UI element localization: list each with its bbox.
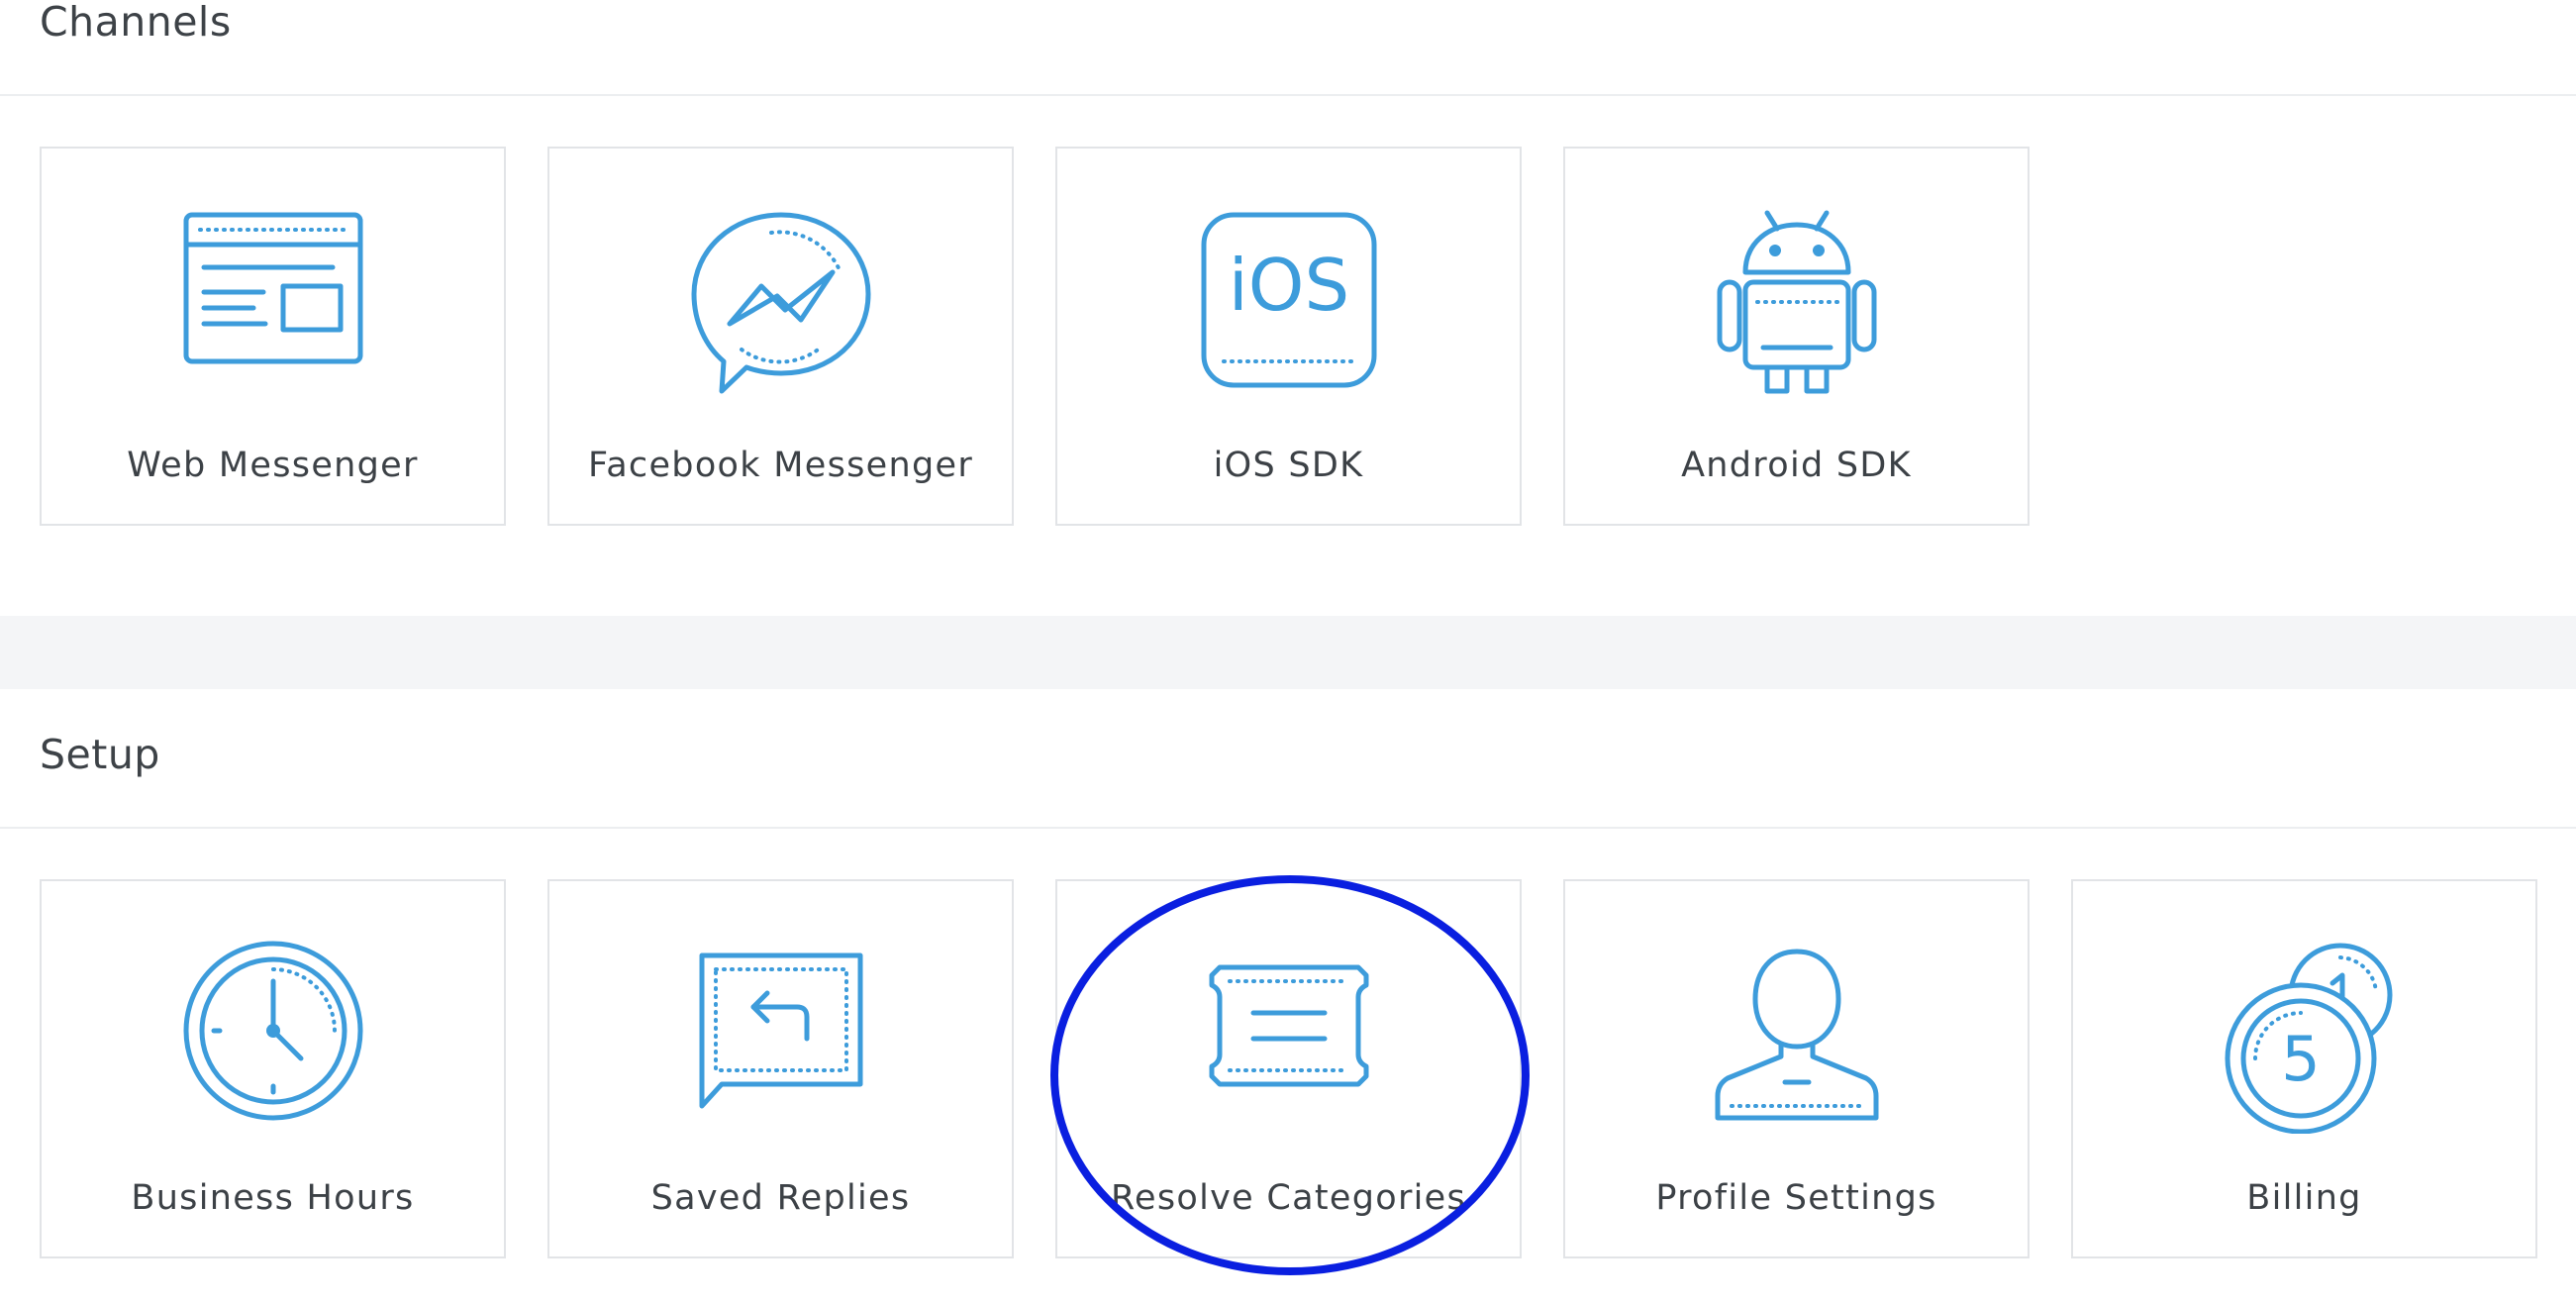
messenger-bolt-icon	[682, 203, 880, 401]
channels-title: Channels	[40, 0, 232, 46]
ios-badge-icon: iOS	[1190, 203, 1388, 401]
card-business-hours[interactable]: Business Hours	[40, 879, 506, 1258]
card-web-messenger[interactable]: Web Messenger	[40, 147, 506, 526]
card-facebook-messenger[interactable]: Facebook Messenger	[547, 147, 1014, 526]
card-label: iOS SDK	[1213, 446, 1364, 485]
channels-section: Channels Web Messenger Facebook Messenge…	[0, 0, 2576, 616]
card-ios-sdk[interactable]: iOS iOS SDK	[1055, 147, 1522, 526]
user-profile-icon	[1698, 936, 1896, 1134]
card-label: Resolve Categories	[1110, 1178, 1467, 1218]
card-label: Web Messenger	[127, 446, 419, 485]
card-label: Business Hours	[131, 1178, 415, 1218]
card-label: Facebook Messenger	[587, 446, 974, 485]
card-saved-replies[interactable]: Saved Replies	[547, 879, 1014, 1258]
card-label: Saved Replies	[650, 1178, 911, 1218]
card-resolve-categories[interactable]: Resolve Categories	[1055, 879, 1522, 1258]
setup-header: Setup	[0, 689, 2576, 829]
ios-badge-text: iOS	[1228, 244, 1348, 327]
setup-section: Setup Business Hours Saved Replies Resol…	[0, 689, 2576, 1304]
section-divider-band	[0, 616, 2576, 689]
card-profile-settings[interactable]: Profile Settings	[1563, 879, 2030, 1258]
card-android-sdk[interactable]: Android SDK	[1563, 147, 2030, 526]
clock-icon	[174, 936, 372, 1134]
web-browser-icon	[174, 203, 372, 401]
setup-title: Setup	[40, 731, 160, 778]
coins-icon: 5	[2206, 936, 2404, 1134]
card-label: Android SDK	[1681, 446, 1912, 485]
coin-number-text: 5	[2281, 1023, 2320, 1095]
card-label: Billing	[2246, 1178, 2362, 1218]
card-billing[interactable]: 5 Billing	[2071, 879, 2537, 1258]
ticket-icon	[1190, 936, 1388, 1134]
channels-header: Channels	[0, 0, 2576, 96]
reply-bubble-icon	[682, 936, 880, 1134]
android-robot-icon	[1698, 203, 1896, 401]
card-label: Profile Settings	[1655, 1178, 1937, 1218]
